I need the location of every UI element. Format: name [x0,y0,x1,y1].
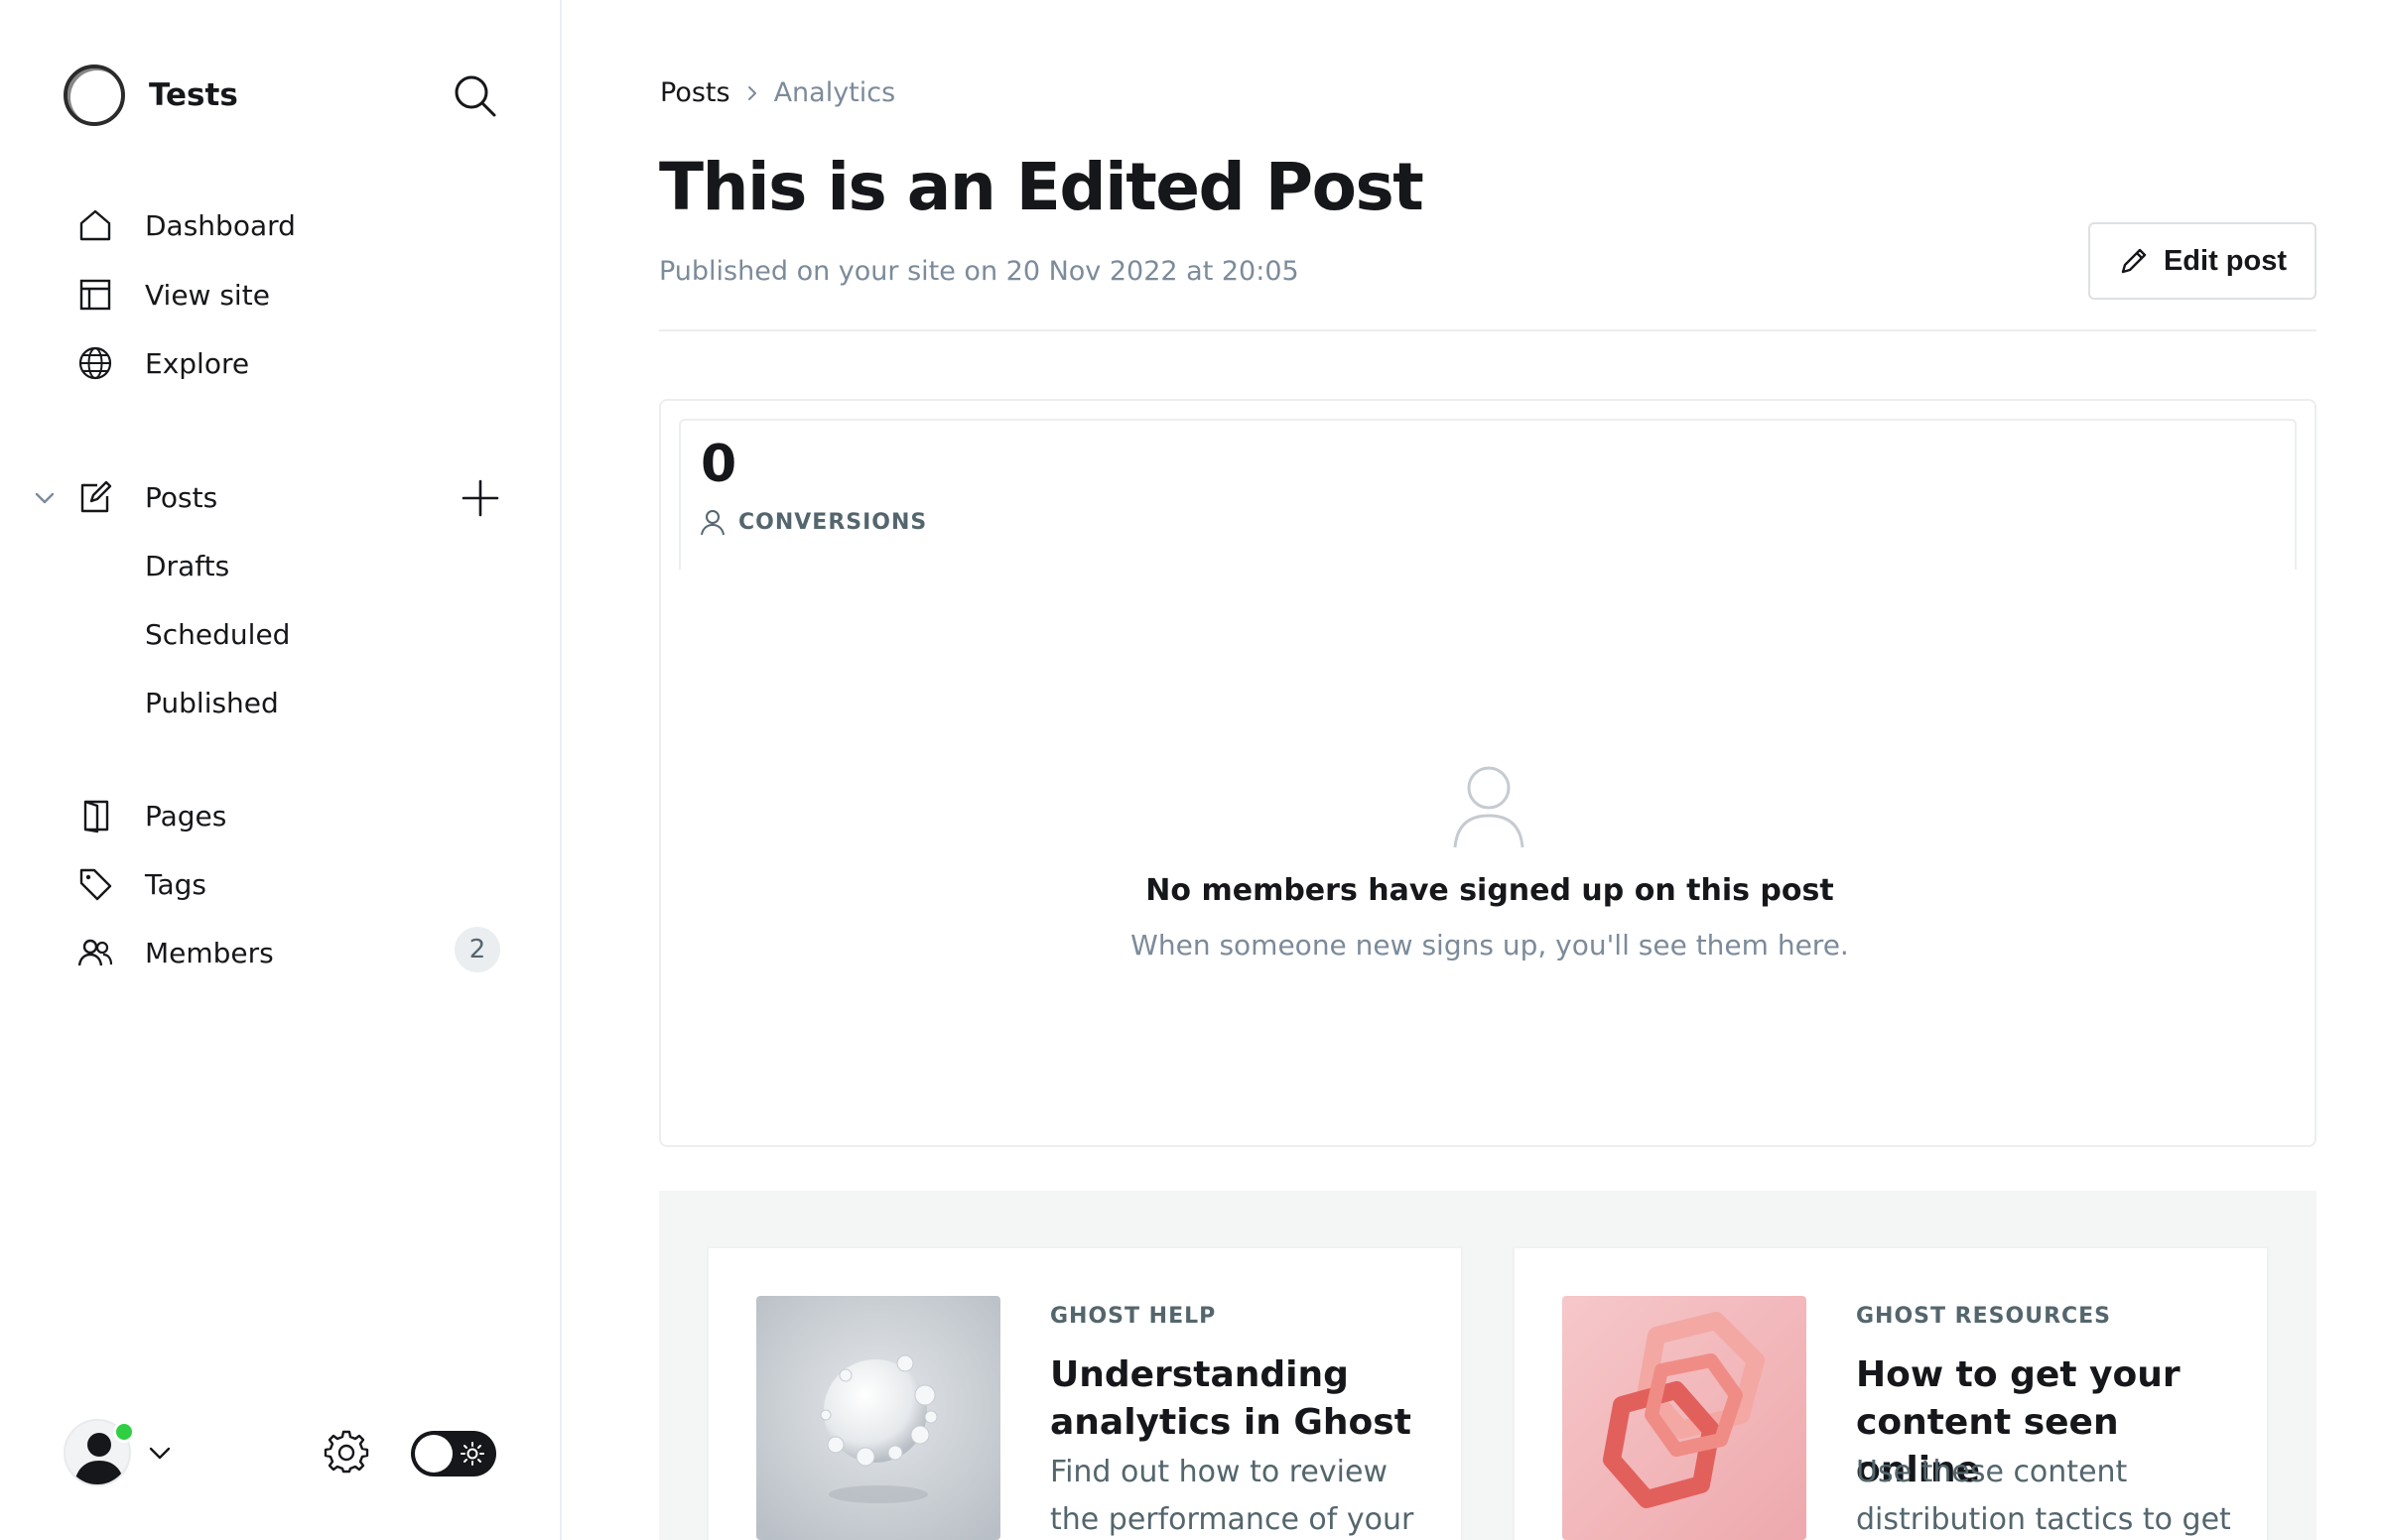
nav-view-site[interactable]: View site [75,270,270,320]
chevron-down-icon[interactable] [145,1439,175,1469]
breadcrumb: Posts Analytics [660,77,895,108]
layout-icon [75,275,115,315]
members-count-badge: 2 [455,927,500,972]
nav-drafts[interactable]: Drafts [145,541,229,590]
nav-tags[interactable]: Tags [75,859,206,909]
breadcrumb-current: Analytics [773,77,896,108]
nav-scheduled[interactable]: Scheduled [145,609,290,659]
nav-members-label: Members [145,936,274,969]
pencil-icon [2121,248,2147,274]
members-icon [75,933,115,972]
resource-thumbnail [1562,1296,1806,1540]
site-brand[interactable]: Tests [64,64,238,127]
nav-pages[interactable]: Pages [75,791,226,840]
resource-category: GHOST RESOURCES [1856,1304,2112,1329]
edit-post-button[interactable]: Edit post [2088,222,2316,300]
page-icon [75,796,115,835]
resources-section: GHOST HELP Understanding analytics in Gh… [659,1191,2316,1540]
header-divider [659,329,2316,331]
site-logo [64,64,125,126]
resource-description: Find out how to review the performance o… [1050,1455,1414,1537]
add-post-button[interactable] [459,476,502,520]
nav-dashboard[interactable]: Dashboard [75,200,296,250]
conversions-value: 0 [701,435,737,494]
published-date: Published on your site on 20 Nov 2022 at… [659,256,1299,287]
resource-title: Understanding analytics in Ghost [1050,1354,1411,1443]
gear-icon[interactable] [324,1429,369,1475]
tag-icon [75,864,115,904]
nav-posts-label: Posts [145,480,218,514]
resource-category: GHOST HELP [1050,1304,1217,1329]
theme-toggle[interactable] [411,1431,496,1476]
chevron-down-icon[interactable] [30,483,60,513]
nav-dashboard-label: Dashboard [145,208,296,242]
home-icon [75,205,115,245]
edit-icon [75,477,115,517]
nav-explore[interactable]: Explore [75,338,249,388]
page-title: This is an Edited Post [659,149,1424,225]
sidebar: Tests Dashboard View site Explore Posts … [0,0,562,1540]
globe-icon [75,343,115,383]
resource-card-content[interactable]: GHOST RESOURCES How to get your content … [1513,1246,2269,1540]
chevron-right-icon [747,85,756,100]
resource-description: Use these content distribution tactics t… [1856,1455,2231,1537]
empty-state-subtitle: When someone new signs up, you'll see th… [1130,929,1849,962]
empty-state-title: No members have signed up on this post [1145,873,1834,908]
conversions-label-text: CONVERSIONS [738,509,928,535]
toggle-knob [415,1435,453,1473]
conversions-panel: 0 CONVERSIONS No members have signed up … [659,399,2316,1147]
resource-card-analytics[interactable]: GHOST HELP Understanding analytics in Gh… [707,1246,1463,1540]
site-name: Tests [149,77,238,113]
edit-post-label: Edit post [2163,244,2288,277]
nav-tags-label: Tags [145,867,206,901]
nav-explore-label: Explore [145,346,250,380]
nav-pages-label: Pages [145,799,227,833]
nav-members[interactable]: Members [75,928,274,977]
sun-icon [461,1442,484,1466]
resource-thumbnail [756,1296,1000,1540]
online-status-dot [113,1421,135,1443]
nav-published[interactable]: Published [145,678,279,727]
conversions-tab[interactable]: 0 CONVERSIONS [679,419,2297,570]
nav-view-site-label: View site [145,278,270,312]
nav-posts[interactable]: Posts [75,472,217,522]
conversions-label: CONVERSIONS [699,508,927,536]
member-icon [701,510,725,536]
search-icon[interactable] [451,71,500,121]
member-icon [1451,764,1526,849]
breadcrumb-posts[interactable]: Posts [660,77,730,108]
